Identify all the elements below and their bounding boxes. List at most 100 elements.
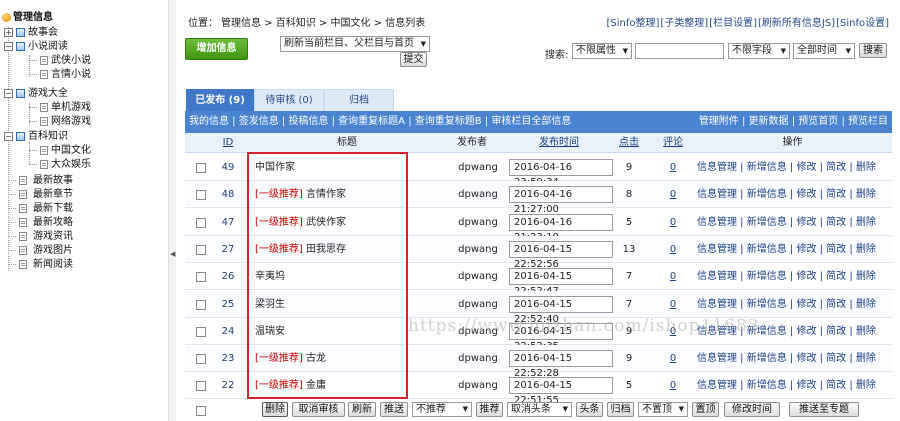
time-select[interactable]: 全部时间 ▼: [793, 43, 855, 59]
row-title[interactable]: [一级推荐] 武侠作家: [255, 209, 415, 236]
row-title[interactable]: [一级推荐] 金庸: [255, 372, 415, 399]
row-time-field[interactable]: 2016-04-15 22:52:40: [509, 295, 613, 325]
top-select[interactable]: 不置顶 ▼: [638, 402, 688, 417]
refresh-button[interactable]: 刷新: [348, 402, 376, 417]
tree-node[interactable]: 最新下载: [0, 202, 160, 215]
submit-button[interactable]: 提交: [400, 52, 427, 67]
row-checkbox[interactable]: [196, 217, 206, 228]
attribute-select[interactable]: 不限属性 ▼: [572, 43, 632, 59]
row-title[interactable]: [一级推荐] 言情作家: [255, 181, 415, 208]
link-sinfo-settings[interactable]: [Sinfo设置]: [836, 18, 889, 29]
row-checkbox[interactable]: [196, 381, 206, 392]
row-comments[interactable]: 0: [659, 318, 687, 345]
row-operations[interactable]: 信息管理 | 新增信息 | 修改 | 简改 | 删除: [697, 181, 892, 208]
link-subclass-tidy[interactable]: [子类整理]: [660, 18, 708, 29]
recommend-select[interactable]: 不推荐 ▼: [412, 402, 472, 417]
delete-button[interactable]: 删除: [262, 402, 288, 417]
row-comments[interactable]: 0: [659, 372, 687, 399]
row-checkbox[interactable]: [196, 299, 206, 310]
link-sinfo-tidy[interactable]: [Sinfo整理]: [606, 18, 659, 29]
tree-node[interactable]: 武侠小说: [0, 54, 160, 67]
row-operations[interactable]: 信息管理 | 新增信息 | 修改 | 简改 | 删除: [697, 236, 892, 263]
headline-select[interactable]: 取消头条 ▼: [507, 402, 572, 417]
row-time-field[interactable]: 2016-04-16 21:23:10: [509, 213, 613, 243]
row-comments[interactable]: 0: [659, 154, 687, 181]
cancel-audit-button[interactable]: 取消审核: [292, 402, 345, 417]
row-title-text[interactable]: 辛夷坞: [255, 271, 285, 282]
row-title-text[interactable]: 古龙: [306, 353, 326, 364]
search-input[interactable]: [635, 43, 724, 59]
breadcrumb-path[interactable]: 管理信息 > 百科知识 > 中国文化 > 信息列表: [221, 18, 425, 29]
row-time-field[interactable]: 2016-04-16 23:59:34: [509, 159, 613, 188]
info-links[interactable]: 我的信息 | 签发信息 | 投稿信息 | 查询重复标题A | 查询重复标题B |…: [189, 111, 571, 133]
row-title[interactable]: 温瑞安: [255, 318, 415, 345]
row-comments[interactable]: 0: [659, 209, 687, 236]
row-comments[interactable]: 0: [659, 181, 687, 208]
row-time-field[interactable]: 2016-04-15 22:52:47: [509, 268, 613, 297]
row-time-field[interactable]: 2016-04-15 22:52:35: [509, 322, 613, 352]
row-title[interactable]: [一级推荐] 田我思存: [255, 236, 415, 263]
tree-root[interactable]: 管理信息: [2, 11, 162, 24]
collapse-minus-icon[interactable]: −: [4, 42, 13, 51]
tree-node[interactable]: − 小说阅读: [0, 40, 160, 53]
row-comments[interactable]: 0: [659, 291, 687, 318]
tab-pending[interactable]: 待审核 (0): [254, 89, 324, 111]
top-button[interactable]: 置顶: [692, 402, 719, 417]
link-column-settings[interactable]: [栏目设置]: [709, 18, 757, 29]
row-title[interactable]: 梁羽生: [255, 291, 415, 318]
row-checkbox[interactable]: [196, 163, 206, 173]
row-title[interactable]: 中国作家: [255, 154, 415, 181]
row-title[interactable]: 辛夷坞: [255, 263, 415, 290]
row-operations[interactable]: 信息管理 | 新增信息 | 修改 | 简改 | 删除: [697, 209, 892, 236]
header-clicks[interactable]: 点击: [615, 133, 643, 153]
add-info-button[interactable]: 增加信息: [185, 38, 248, 60]
row-title-text[interactable]: 梁羽生: [255, 299, 285, 310]
row-title-text[interactable]: 武侠作家: [306, 217, 346, 228]
field-select[interactable]: 不限字段 ▼: [728, 43, 790, 59]
manage-links[interactable]: 管理附件 | 更新数据 | 预览首页 | 预览栏目: [699, 111, 888, 133]
tree-node[interactable]: − 百科知识: [0, 130, 160, 143]
row-operations[interactable]: 信息管理 | 新增信息 | 修改 | 简改 | 删除: [697, 263, 892, 290]
row-time-field[interactable]: 2016-04-16 21:27:00: [509, 186, 613, 215]
tree-node[interactable]: 新闻阅读: [0, 258, 160, 271]
tree-node[interactable]: 网络游戏: [0, 115, 160, 128]
row-title-text[interactable]: 金庸: [306, 380, 326, 391]
tree-node[interactable]: 单机游戏: [0, 101, 160, 114]
push-button[interactable]: 推送: [380, 402, 408, 417]
row-comments[interactable]: 0: [659, 236, 687, 263]
tree-node[interactable]: 言情小说: [0, 68, 160, 81]
tab-published[interactable]: 已发布 (9): [186, 89, 254, 111]
row-time-field[interactable]: 2016-04-15 22:51:55: [509, 377, 613, 406]
row-title[interactable]: [一级推荐] 古龙: [255, 345, 415, 372]
row-title-text[interactable]: 温瑞安: [255, 326, 285, 337]
collapse-minus-icon[interactable]: −: [4, 89, 13, 98]
panel-splitter[interactable]: ◀: [168, 0, 176, 421]
edit-time-button[interactable]: 修改时间: [724, 402, 780, 417]
row-comments[interactable]: 0: [659, 263, 687, 290]
row-comments[interactable]: 0: [659, 345, 687, 372]
row-checkbox[interactable]: [196, 244, 206, 255]
tree-node-selected[interactable]: 中国文化: [0, 144, 160, 157]
refresh-scope-select[interactable]: 刷新当前栏目、父栏目与首页 ▼: [280, 36, 430, 52]
tree-node[interactable]: 游戏图片: [0, 244, 160, 257]
tree-node[interactable]: + 故事会: [0, 26, 160, 39]
row-operations[interactable]: 信息管理 | 新增信息 | 修改 | 简改 | 删除: [697, 154, 892, 181]
tab-archive[interactable]: 归档: [324, 89, 394, 111]
row-checkbox[interactable]: [196, 354, 206, 365]
row-operations[interactable]: 信息管理 | 新增信息 | 修改 | 简改 | 删除: [697, 318, 892, 345]
archive-button[interactable]: 归档: [607, 402, 634, 417]
row-title-text[interactable]: 言情作家: [306, 189, 346, 200]
tree-node[interactable]: 最新攻略: [0, 216, 160, 229]
header-id[interactable]: ID: [211, 133, 245, 153]
row-operations[interactable]: 信息管理 | 新增信息 | 修改 | 简改 | 删除: [697, 372, 892, 399]
header-comments[interactable]: 评论: [659, 133, 687, 153]
row-title-text[interactable]: 田我思存: [306, 244, 346, 255]
headline-button[interactable]: 头条: [576, 402, 603, 417]
search-button[interactable]: 搜索: [859, 43, 887, 58]
header-time[interactable]: 发布时间: [505, 133, 613, 153]
link-refresh-js[interactable]: [刷新所有信息JS]: [758, 18, 835, 29]
row-checkbox[interactable]: [196, 190, 206, 201]
collapse-minus-icon[interactable]: −: [4, 132, 13, 141]
push-special-button[interactable]: 推送至专题: [789, 402, 859, 417]
tree-node[interactable]: 大众娱乐: [0, 158, 160, 171]
